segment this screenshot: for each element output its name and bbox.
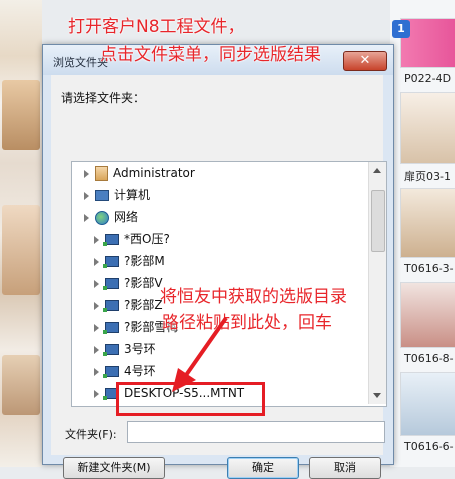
annotation-highlight-box — [116, 382, 265, 416]
